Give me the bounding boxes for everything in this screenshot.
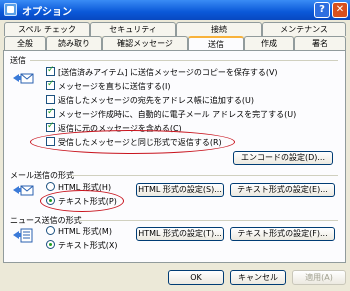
close-button[interactable]: ✕ <box>332 2 348 18</box>
radio-news-html[interactable] <box>46 226 55 235</box>
tab-signatures[interactable]: 署名 <box>294 36 346 50</box>
mail-format-text-option[interactable]: テキスト形式(P) <box>46 196 117 208</box>
tab-security[interactable]: セキュリティ <box>90 22 176 36</box>
option-save-sent-copy[interactable]: [送信済みアイテム] に送信メッセージのコピーを保存する(V) <box>46 65 278 79</box>
send-section-title: 送信 <box>10 56 26 65</box>
option-label: HTML 形式(M) <box>58 227 112 236</box>
radio-mail-html[interactable] <box>46 182 55 191</box>
ok-button[interactable]: OK <box>168 270 224 285</box>
cancel-button[interactable]: キャンセル <box>230 270 286 285</box>
news-format-html-option[interactable]: HTML 形式(M) <box>46 226 112 238</box>
checkbox-autocomplete-address[interactable] <box>46 107 55 118</box>
checkbox-reply-same-format[interactable] <box>46 137 55 146</box>
option-label: テキスト形式(P) <box>58 197 117 206</box>
tab-row-back: スペル チェック セキュリティ 接続 メンテナンス <box>4 22 346 36</box>
checkbox-add-reply-to-address-book[interactable] <box>46 95 55 104</box>
option-reply-same-format[interactable]: 受信したメッセージと同じ形式で返信する(R) <box>46 137 222 149</box>
mail-html-settings-button[interactable]: HTML 形式の設定(S)... <box>136 183 224 197</box>
help-button[interactable]: ? <box>314 2 330 18</box>
mail-format-divider <box>70 175 338 176</box>
option-label: HTML 形式(H) <box>58 183 112 192</box>
tab-row-front: 全般 読み取り 確認メッセージ 送信 作成 署名 <box>4 36 346 51</box>
option-label: [送信済みアイテム] に送信メッセージのコピーを保存する(V) <box>58 68 278 77</box>
tab-spell-check[interactable]: スペル チェック <box>4 22 90 36</box>
tab-send[interactable]: 送信 <box>188 36 244 51</box>
mail-format-section-title: メール送信の形式 <box>10 171 74 180</box>
news-format-section-title: ニュース送信の形式 <box>10 216 82 225</box>
news-html-settings-button[interactable]: HTML 形式の設定(T)... <box>136 227 224 241</box>
news-text-settings-button[interactable]: テキスト形式の設定(F)... <box>230 227 335 241</box>
checkbox-include-original[interactable] <box>46 121 55 132</box>
tab-receipts[interactable]: 確認メッセージ <box>102 36 188 50</box>
option-include-original[interactable]: 返信に元のメッセージを含める(C) <box>46 121 182 135</box>
option-autocomplete-address[interactable]: メッセージ作成時に、自動的に電子メール アドレスを完了する(U) <box>46 107 297 121</box>
option-label: テキスト形式(X) <box>58 241 118 250</box>
send-mail-icon <box>13 73 34 84</box>
tab-general[interactable]: 全般 <box>4 36 46 50</box>
radio-news-text[interactable] <box>46 240 55 249</box>
tab-maintenance[interactable]: メンテナンス <box>262 22 346 36</box>
news-format-divider <box>78 220 338 221</box>
option-label: 返信に元のメッセージを含める(C) <box>58 124 182 133</box>
mail-format-icon <box>13 185 34 196</box>
checkbox-send-immediately[interactable] <box>46 79 55 90</box>
checkbox-save-sent-copy[interactable] <box>46 65 55 76</box>
options-window-icon <box>4 3 17 16</box>
apply-button[interactable]: 適用(A) <box>292 270 346 285</box>
option-label: メッセージを直ちに送信する(I) <box>58 82 171 91</box>
option-label: 返信したメッセージの宛先をアドレス帳に追加する(U) <box>58 96 254 105</box>
tab-compose[interactable]: 作成 <box>244 36 294 50</box>
option-label: 受信したメッセージと同じ形式で返信する(R) <box>58 138 222 147</box>
option-send-immediately[interactable]: メッセージを直ちに送信する(I) <box>46 79 171 93</box>
mail-format-html-option[interactable]: HTML 形式(H) <box>46 182 111 194</box>
news-format-icon <box>13 228 33 243</box>
title-bar: オプション ? ✕ <box>0 0 350 20</box>
encoding-settings-button[interactable]: エンコードの設定(D)... <box>233 151 333 165</box>
tab-read[interactable]: 読み取り <box>46 36 102 50</box>
mail-text-settings-button[interactable]: テキスト形式の設定(E)... <box>230 183 335 197</box>
window-title: オプション <box>22 7 72 18</box>
news-format-text-option[interactable]: テキスト形式(X) <box>46 240 117 252</box>
option-add-reply-to-address-book[interactable]: 返信したメッセージの宛先をアドレス帳に追加する(U) <box>46 95 254 107</box>
send-section-divider <box>30 60 338 61</box>
option-label: メッセージ作成時に、自動的に電子メール アドレスを完了する(U) <box>58 110 297 119</box>
radio-mail-text[interactable] <box>46 196 55 205</box>
tab-connection[interactable]: 接続 <box>176 22 262 36</box>
